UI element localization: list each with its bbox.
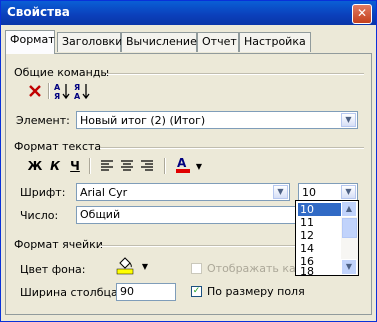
chevron-down-icon[interactable]: ▼ xyxy=(341,113,356,127)
svg-text:A: A xyxy=(74,92,81,100)
fill-color-dropdown-icon[interactable]: ▼ xyxy=(136,257,154,275)
toolbar-separator xyxy=(164,158,166,174)
column-width-field[interactable]: 90 xyxy=(116,283,176,301)
group-divider xyxy=(100,245,298,247)
underline-icon[interactable]: Ч xyxy=(66,157,84,175)
sort-descending-icon[interactable]: Я A xyxy=(73,82,91,100)
element-label: Элемент: xyxy=(16,114,70,127)
fit-size-label: По размеру поля xyxy=(207,285,305,298)
tab-settings[interactable]: Настройка xyxy=(239,32,311,52)
scroll-down-icon[interactable]: ▼ xyxy=(341,259,357,275)
align-left-icon[interactable] xyxy=(98,157,116,175)
size-option-10[interactable]: 10 xyxy=(298,203,342,216)
scroll-up-icon[interactable]: ▲ xyxy=(341,201,357,217)
italic-icon[interactable]: К xyxy=(46,157,64,175)
sort-ascending-icon[interactable]: A Я xyxy=(53,82,71,100)
font-label: Шрифт: xyxy=(20,186,66,199)
tab-headers[interactable]: Заголовки xyxy=(57,32,122,52)
title-bar[interactable]: Свойства ✕ xyxy=(1,1,376,25)
element-value: Новый итог (2) (Итог) xyxy=(80,114,206,127)
svg-text:A: A xyxy=(177,156,187,170)
chevron-down-icon[interactable]: ▼ xyxy=(273,185,288,199)
bg-color-label: Цвет фона: xyxy=(20,263,86,276)
tab-format[interactable]: Формат xyxy=(5,30,55,54)
toolbar-separator xyxy=(48,83,50,99)
bold-icon[interactable]: Ж xyxy=(26,157,44,175)
delete-icon[interactable] xyxy=(26,82,44,100)
properties-window: Свойства ✕ Формат Заголовки Вычисление О… xyxy=(0,0,377,322)
element-select[interactable]: Новый итог (2) (Итог) ▼ xyxy=(76,111,358,129)
font-color-dropdown-icon[interactable]: ▼ xyxy=(190,157,208,175)
chevron-down-icon[interactable]: ▼ xyxy=(341,185,356,199)
group-divider xyxy=(106,73,364,75)
svg-text:Я: Я xyxy=(54,92,60,100)
align-center-icon[interactable] xyxy=(118,157,136,175)
size-option-14[interactable]: 14 xyxy=(298,242,342,255)
font-size-value: 10 xyxy=(302,186,316,199)
fit-size-checkbox[interactable]: ✓ xyxy=(191,286,202,297)
size-option-11[interactable]: 11 xyxy=(298,216,342,229)
fill-color-icon[interactable] xyxy=(116,256,134,275)
group-divider xyxy=(100,147,364,149)
close-button[interactable]: ✕ xyxy=(352,4,372,24)
toolbar-separator xyxy=(89,158,91,174)
display-as-label: Отображать как xyxy=(207,262,299,275)
general-commands-heading: Общие команды xyxy=(14,66,110,79)
tab-report[interactable]: Отчет xyxy=(197,32,239,52)
number-label: Число: xyxy=(20,209,59,222)
tab-calculation[interactable]: Вычисление xyxy=(121,32,197,52)
window-title: Свойства xyxy=(7,5,70,19)
number-format-field[interactable]: Общий xyxy=(76,206,296,224)
svg-text:A: A xyxy=(54,83,61,92)
display-as-checkbox[interactable] xyxy=(191,263,202,274)
svg-text:Я: Я xyxy=(74,83,80,92)
text-format-heading: Формат текста xyxy=(14,140,102,153)
font-select[interactable]: Arial Cyr ▼ xyxy=(76,183,290,201)
column-width-label: Ширина столбца: xyxy=(20,286,122,299)
size-option-12[interactable]: 12 xyxy=(298,229,342,242)
cell-format-heading: Формат ячейки xyxy=(14,238,103,251)
size-option-18[interactable]: 18 xyxy=(298,267,342,275)
dropdown-scrollbar[interactable]: ▲ ▼ xyxy=(341,201,358,275)
font-value: Arial Cyr xyxy=(80,186,128,199)
font-size-dropdown-list[interactable]: 10 11 12 14 16 18 ▲ ▼ xyxy=(295,200,359,276)
scroll-thumb[interactable] xyxy=(342,218,357,238)
align-right-icon[interactable] xyxy=(138,157,156,175)
font-size-select[interactable]: 10 ▼ xyxy=(298,183,358,201)
